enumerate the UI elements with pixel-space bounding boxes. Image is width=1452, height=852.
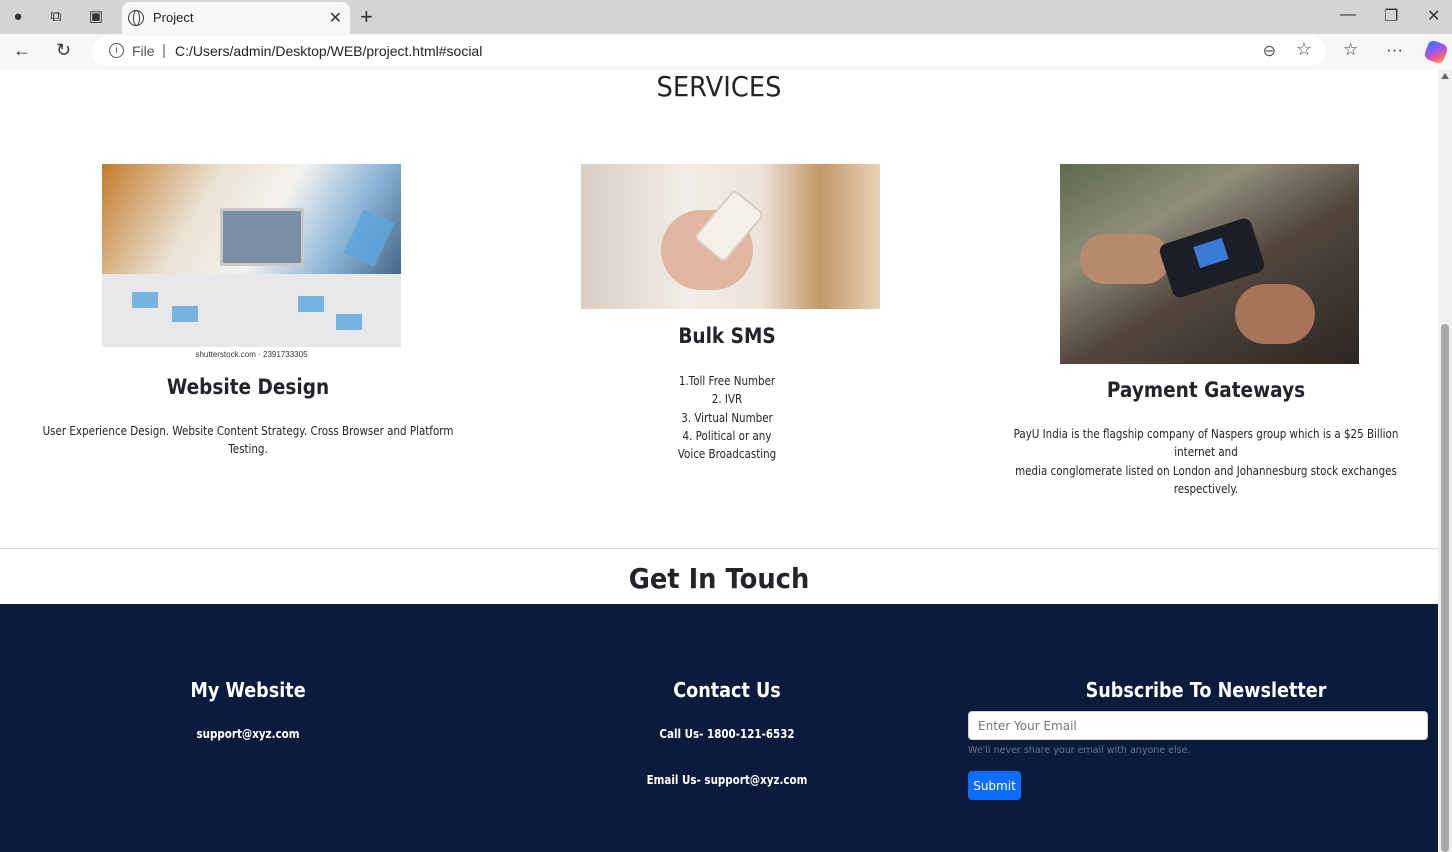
copilot-icon[interactable]	[1423, 39, 1449, 65]
service-title-website-design: Website Design	[166, 375, 330, 399]
payment-line: PayU India is the flagship company of Na…	[1013, 427, 1399, 460]
workspaces-icon[interactable]: ⧉	[46, 7, 66, 27]
my-website-title: My Website	[190, 678, 306, 702]
more-options-icon[interactable]: ···	[1386, 40, 1403, 60]
service-text-payment-gateways: PayU India is the flagship company of Na…	[993, 425, 1420, 498]
address-url[interactable]: C:/Users/admin/Desktop/WEB/project.html#…	[175, 43, 482, 59]
favorites-icon[interactable]: ☆	[1343, 40, 1358, 60]
back-icon[interactable]: ←	[13, 40, 31, 61]
browser-tab-bar: ● ⧉ ▣ Project ✕ + — ❐ ✕	[0, 0, 1452, 34]
address-bar-row: ← ↻ i File | C:/Users/admin/Desktop/WEB/…	[0, 34, 1452, 70]
website-email[interactable]: support@xyz.com	[119, 727, 377, 741]
service-text-website-design: User Experience Design. Website Content …	[42, 424, 454, 457]
bulk-sms-line: 1.Toll Free Number	[678, 374, 776, 388]
contact-phone: Call Us- 1800-121-6532	[659, 727, 795, 741]
close-tab-icon[interactable]: ✕	[329, 8, 342, 28]
new-tab-icon[interactable]: +	[360, 4, 373, 30]
get-in-touch-heading: Get In Touch	[628, 562, 810, 595]
services-heading: SERVICES	[656, 70, 782, 103]
bulk-sms-line: 3. Virtual Number	[681, 410, 773, 425]
footer: My Website support@xyz.com Contact Us Ca…	[0, 604, 1438, 852]
bulk-sms-line: 4. Political or any	[682, 428, 772, 443]
bulk-sms-line: 2. IVR	[711, 392, 743, 407]
image-credit: shutterstock.com · 2391733305	[195, 350, 308, 359]
section-divider	[0, 548, 1438, 549]
browser-tab[interactable]: Project ✕	[122, 2, 350, 34]
page-content: SERVICES shutterstock.com · 2391733305 W…	[0, 70, 1438, 852]
address-separator: |	[162, 42, 166, 59]
newsletter-email-input[interactable]	[968, 711, 1428, 740]
minimize-icon[interactable]: —	[1340, 6, 1356, 24]
address-scheme: File	[132, 43, 155, 59]
submit-button[interactable]: Submit	[968, 771, 1021, 800]
service-title-bulk-sms: Bulk SMS	[678, 324, 776, 348]
info-icon[interactable]: i	[109, 43, 124, 58]
service-title-payment-gateways: Payment Gateways	[1106, 378, 1306, 402]
email-help-text: We'll never share your email with anyone…	[968, 745, 1191, 756]
scrollbar-thumb[interactable]	[1441, 324, 1449, 852]
page-scrollbar[interactable]	[1438, 70, 1452, 852]
newsletter-title: Subscribe To Newsletter	[1085, 678, 1327, 702]
service-text-bulk-sms: 1.Toll Free Number 2. IVR 3. Virtual Num…	[598, 372, 856, 463]
contact-us-title: Contact Us	[673, 678, 781, 702]
scroll-up-icon[interactable]	[1441, 73, 1449, 79]
tab-title: Project	[153, 10, 194, 25]
maximize-icon[interactable]: ❐	[1384, 6, 1398, 26]
tab-actions-icon[interactable]: ▣	[86, 7, 106, 27]
reload-icon[interactable]: ↻	[56, 40, 71, 61]
close-window-icon[interactable]: ✕	[1427, 6, 1440, 26]
payment-gateways-image	[1060, 164, 1359, 364]
globe-icon	[128, 10, 144, 26]
website-design-image	[102, 164, 401, 347]
favorite-star-icon[interactable]: ☆	[1296, 39, 1312, 60]
profile-icon[interactable]: ●	[8, 7, 28, 27]
address-bar[interactable]: i File | C:/Users/admin/Desktop/WEB/proj…	[92, 36, 1326, 66]
payment-line: media conglomerate listed on London and …	[1015, 463, 1397, 496]
bulk-sms-line: Voice Broadcasting	[677, 447, 777, 462]
zoom-icon[interactable]: ⊖	[1263, 41, 1276, 61]
bulk-sms-image	[581, 164, 880, 309]
contact-email: Email Us- support@xyz.com	[646, 773, 808, 787]
